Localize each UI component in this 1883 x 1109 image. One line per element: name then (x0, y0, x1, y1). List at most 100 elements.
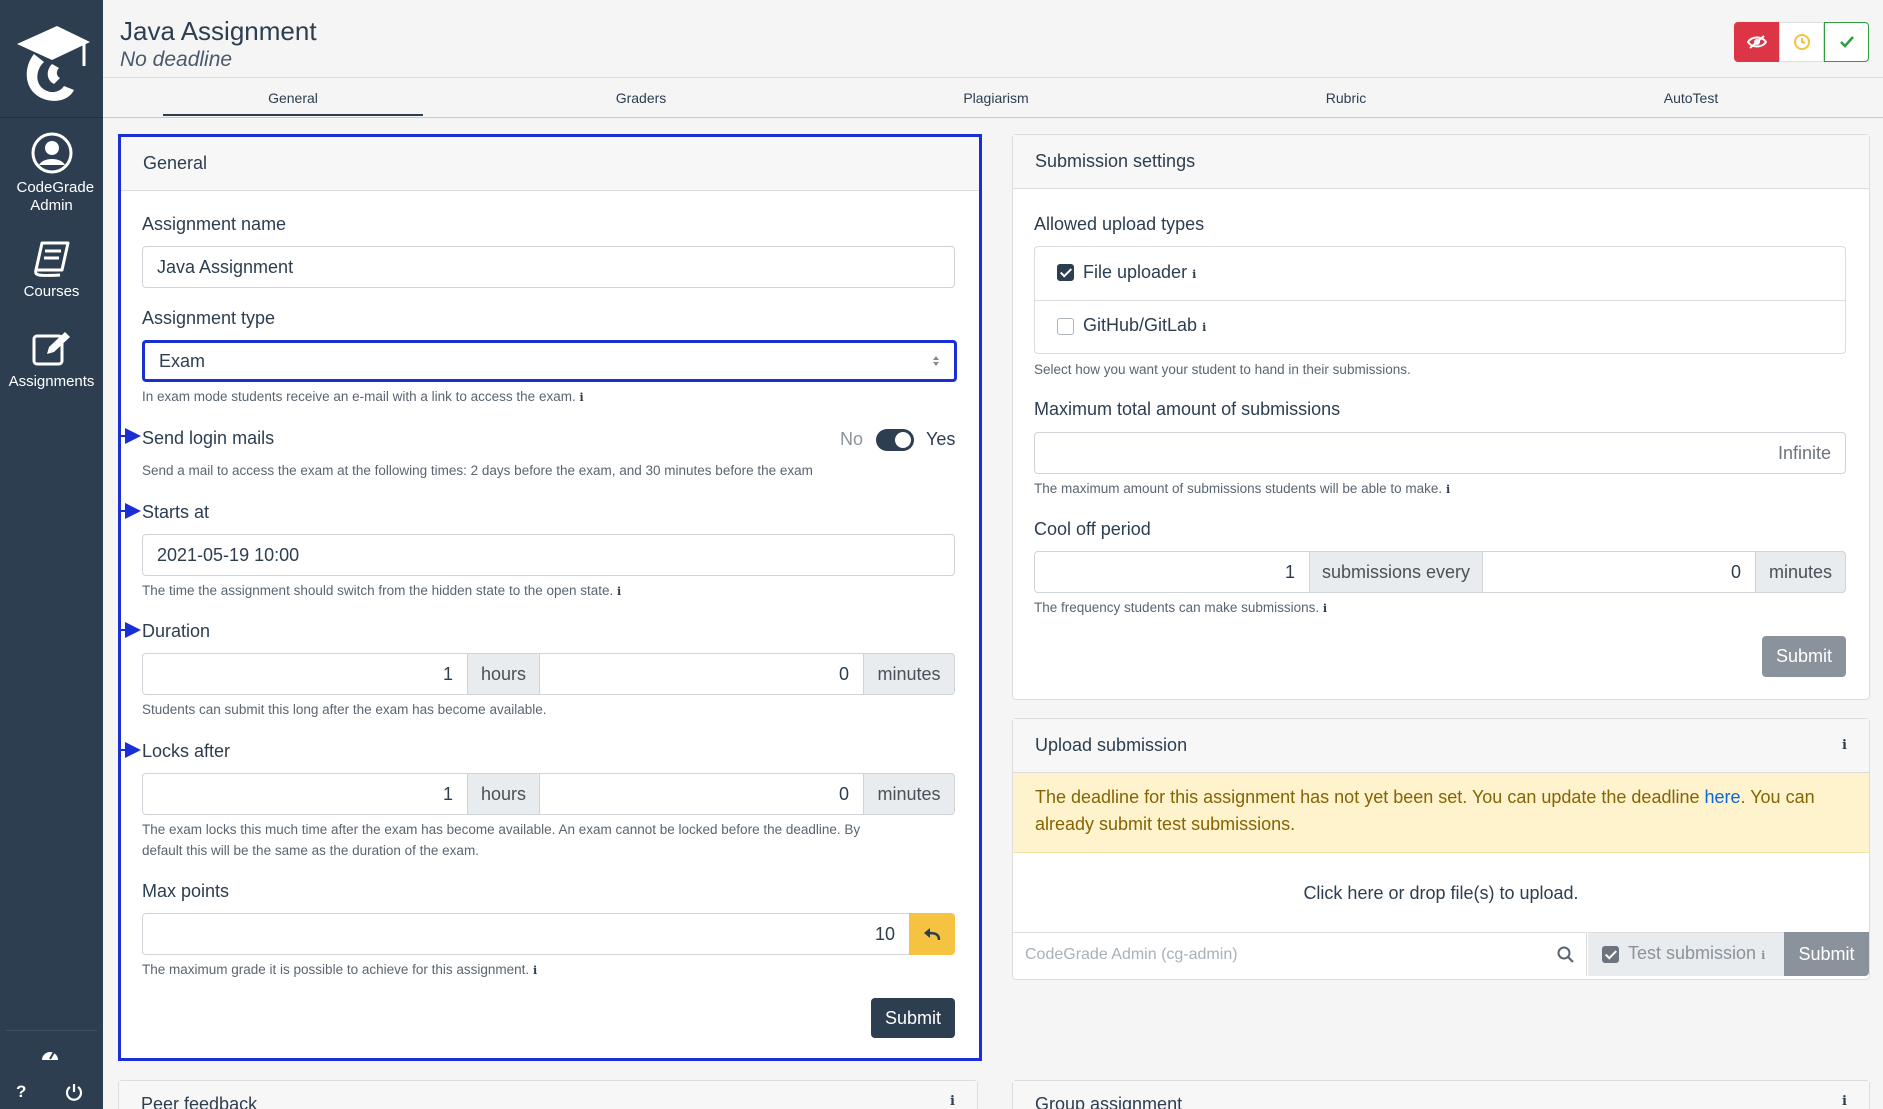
dashboard-gauge-icon[interactable] (40, 1046, 60, 1062)
edit-icon (32, 332, 70, 366)
info-icon[interactable]: i (1202, 321, 1206, 334)
info-icon[interactable]: i (1842, 1094, 1847, 1109)
allowed-upload-types-label: Allowed upload types (1034, 214, 1205, 234)
cool-off-help: The frequency students can make submissi… (1034, 600, 1328, 615)
tab-rubric[interactable]: Rubric (1216, 90, 1476, 106)
sidebar-item-label: Courses (23, 283, 80, 300)
sidebar-item-label: Assignments (8, 373, 95, 390)
arrow-marker-icon (119, 428, 141, 444)
file-uploader-label: File uploader i (1083, 262, 1197, 282)
author-select-placeholder: CodeGrade Admin (cg-admin) (1025, 945, 1238, 963)
sidebar: CodeGrade Admin Courses Assignments ? (0, 0, 103, 1109)
assignment-name-label: Assignment name (142, 214, 287, 234)
card-header: General (121, 137, 979, 191)
duration-hours-input[interactable]: 1 (142, 653, 468, 695)
tab-graders[interactable]: Graders (511, 90, 771, 106)
cool-off-count-input[interactable]: 1 (1034, 551, 1310, 593)
peer-feedback-card: Peer feedback i (118, 1080, 978, 1109)
info-icon[interactable]: i (950, 1094, 955, 1109)
sidebar-item-codegrade-admin[interactable]: CodeGrade Admin (0, 132, 103, 215)
help-icon[interactable]: ? (16, 1082, 26, 1102)
assignment-name-input[interactable]: Java Assignment (142, 246, 955, 288)
card-title: Group assignment (1035, 1094, 1183, 1109)
test-submission-checkbox[interactable] (1602, 946, 1619, 963)
reset-max-points-button[interactable] (909, 913, 955, 955)
arrow-marker-icon (119, 503, 141, 519)
tab-autotest[interactable]: AutoTest (1561, 90, 1821, 106)
arrow-marker-icon (119, 622, 141, 638)
toggle-no-label: No (840, 429, 864, 449)
deadline-warning: The deadline for this assignment has not… (1013, 773, 1869, 853)
clock-icon (1793, 34, 1810, 50)
assignment-type-label: Assignment type (142, 308, 276, 328)
info-icon[interactable]: i (579, 391, 583, 404)
done-state-button[interactable] (1824, 22, 1869, 62)
send-login-mails-toggle[interactable] (876, 429, 914, 451)
assignment-type-help: In exam mode students receive an e-mail … (142, 389, 584, 404)
hidden-state-button[interactable] (1734, 22, 1779, 62)
hours-addon: hours (467, 773, 540, 815)
locks-after-label: Locks after (142, 741, 231, 761)
open-state-button[interactable] (1779, 22, 1824, 62)
duration-help: Students can submit this long after the … (142, 702, 547, 717)
github-label: GitHub/GitLab i (1083, 315, 1207, 335)
duration-minutes-input[interactable]: 0 (539, 653, 864, 695)
update-deadline-link[interactable]: here (1704, 787, 1740, 807)
card-title: General (143, 153, 208, 173)
github-checkbox[interactable] (1057, 318, 1074, 335)
codegrade-logo[interactable] (0, 0, 103, 118)
general-submit-button[interactable]: Submit (871, 998, 955, 1038)
locks-after-help-line-1: The exam locks this much time after the … (142, 822, 861, 837)
minutes-addon: minutes (1755, 551, 1846, 593)
minutes-addon: minutes (863, 653, 955, 695)
info-icon[interactable]: i (617, 585, 621, 598)
check-icon (1839, 36, 1854, 48)
search-icon (1557, 946, 1574, 963)
info-icon[interactable]: i (533, 964, 537, 977)
upload-types-help: Select how you want your student to hand… (1034, 362, 1411, 377)
page-subtitle: No deadline (120, 48, 233, 71)
card-header: Peer feedback i (119, 1081, 977, 1109)
select-caret-icon (933, 356, 939, 366)
locks-after-help-line-2: default this will be the same as the dur… (142, 843, 479, 858)
submission-settings-submit-button[interactable]: Submit (1762, 636, 1846, 677)
locks-hours-input[interactable]: 1 (142, 773, 468, 815)
book-icon (33, 241, 69, 277)
sidebar-divider (6, 1030, 97, 1031)
assignment-type-select[interactable]: Exam (142, 340, 957, 382)
upload-submit-button[interactable]: Submit (1784, 932, 1869, 976)
tab-plagiarism[interactable]: Plagiarism (866, 90, 1126, 106)
max-points-input[interactable]: 10 (142, 913, 910, 955)
sidebar-item-courses[interactable]: Courses (0, 240, 103, 301)
send-login-mails-label: Send login mails (142, 428, 275, 448)
author-select[interactable]: CodeGrade Admin (cg-admin) (1013, 932, 1587, 976)
max-submissions-help: The maximum amount of submissions studen… (1034, 481, 1451, 496)
card-header: Submission settings (1013, 135, 1869, 189)
info-icon[interactable]: i (1192, 268, 1196, 281)
submissions-every-addon: submissions every (1309, 551, 1483, 593)
page-title: Java Assignment (120, 16, 317, 46)
file-uploader-checkbox[interactable] (1057, 264, 1074, 281)
eye-slash-icon (1746, 35, 1767, 49)
sidebar-item-assignments[interactable]: Assignments (0, 330, 103, 391)
info-icon[interactable]: i (1446, 483, 1450, 496)
file-drop-zone[interactable]: Click here or drop file(s) to upload. (1013, 854, 1869, 932)
info-icon[interactable]: i (1323, 602, 1327, 615)
tab-general[interactable]: General (163, 90, 423, 116)
card-header: Upload submission i (1013, 719, 1869, 773)
tabs-divider (103, 77, 1883, 78)
card-header: Group assignment i (1013, 1081, 1869, 1109)
info-icon[interactable]: i (1761, 949, 1765, 962)
max-submissions-input[interactable]: Infinite (1034, 432, 1846, 474)
duration-label: Duration (142, 621, 211, 641)
starts-at-input[interactable]: 2021-05-19 10:00 (142, 534, 955, 576)
info-icon[interactable]: i (1842, 738, 1847, 753)
power-icon[interactable] (65, 1083, 83, 1101)
max-points-help: The maximum grade it is possible to achi… (142, 962, 538, 977)
starts-at-help: The time the assignment should switch fr… (142, 583, 622, 598)
cool-off-minutes-input[interactable]: 0 (1482, 551, 1756, 593)
locks-minutes-input[interactable]: 0 (539, 773, 864, 815)
test-submission-label: Test submission i (1628, 943, 1766, 963)
card-title: Upload submission (1035, 735, 1188, 755)
max-points-label: Max points (142, 881, 230, 901)
